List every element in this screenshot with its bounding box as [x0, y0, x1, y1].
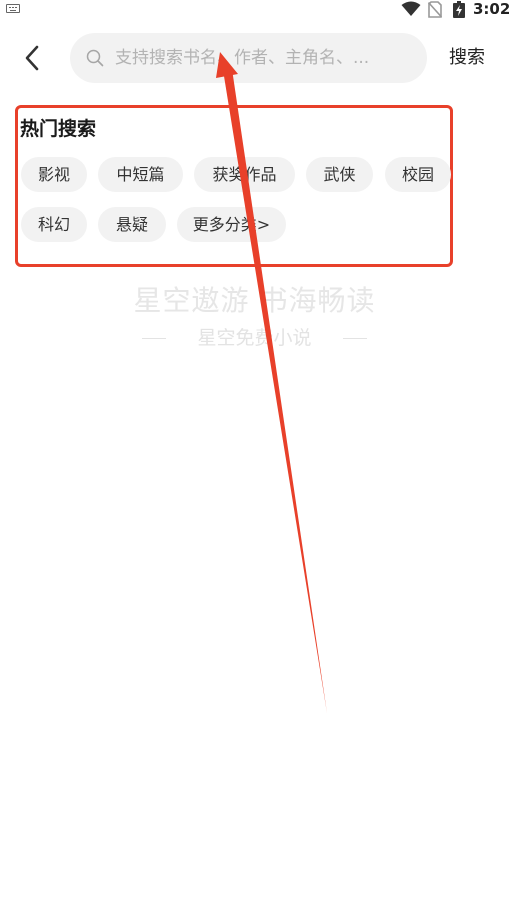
- search-screen: 3:02 搜索 热门搜索 影视 中短篇 获奖作品 武侠 校园 科幻 悬疑 更多分…: [0, 0, 509, 919]
- search-button[interactable]: 搜索: [440, 40, 494, 76]
- hot-tag-short-stories[interactable]: 中短篇: [98, 157, 183, 192]
- search-icon: [86, 49, 104, 67]
- hot-tag-sci-fi[interactable]: 科幻: [21, 207, 87, 242]
- search-box[interactable]: [70, 33, 427, 83]
- watermark-divider-right: [343, 338, 367, 339]
- more-categories-tag[interactable]: 更多分类>: [177, 207, 286, 242]
- watermark-slogan: 星空遨游 书海畅读: [133, 284, 376, 317]
- status-bar: 3:02: [0, 0, 509, 20]
- chevron-left-icon: [25, 45, 39, 71]
- no-sim-icon: [428, 1, 442, 18]
- hot-tag-award-works[interactable]: 获奖作品: [194, 157, 295, 192]
- search-input[interactable]: [115, 33, 415, 83]
- keyboard-icon: [6, 4, 20, 13]
- watermark-app-name: 星空免费小说: [197, 327, 312, 349]
- wifi-icon: [401, 1, 421, 16]
- hot-tag-campus[interactable]: 校园: [385, 157, 451, 192]
- back-button[interactable]: [16, 41, 48, 75]
- hot-tag-martial-arts[interactable]: 武侠: [306, 157, 373, 192]
- hot-search-title: 热门搜索: [20, 118, 97, 140]
- status-time: 3:02: [473, 0, 509, 18]
- hot-tag-film-tv[interactable]: 影视: [21, 157, 87, 192]
- battery-charging-icon: [453, 1, 465, 18]
- hot-tag-mystery[interactable]: 悬疑: [98, 207, 166, 242]
